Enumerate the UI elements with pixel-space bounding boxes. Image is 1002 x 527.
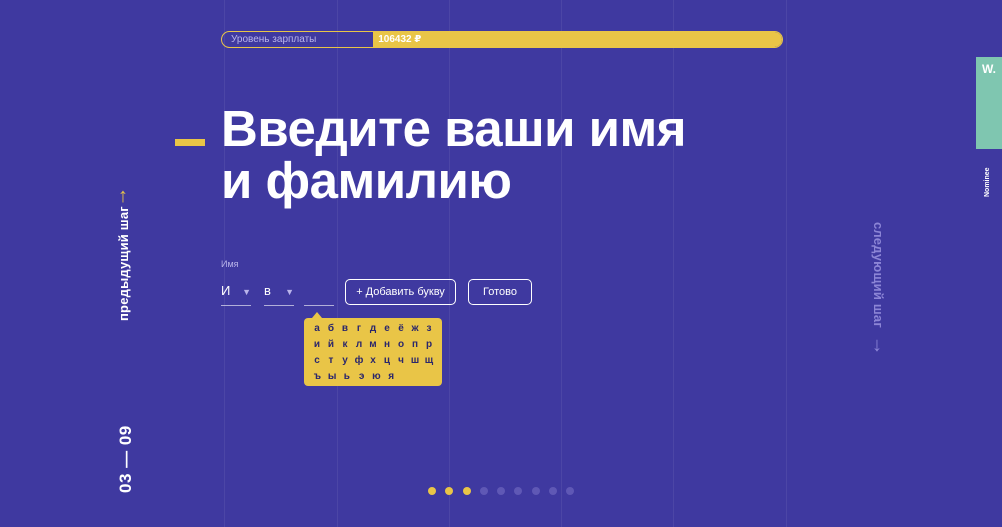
page-title-line-2: и фамилию	[221, 152, 512, 209]
title-accent-dash	[175, 139, 205, 146]
alphabet-letter[interactable]: ш	[408, 353, 422, 369]
chevron-down-icon: ▼	[285, 287, 294, 297]
alphabet-letter[interactable]: ц	[380, 353, 394, 369]
page-title: Введите ваши имя и фамилию	[221, 100, 687, 209]
alphabet-letter[interactable]: л	[352, 337, 366, 353]
alphabet-letter[interactable]: а	[310, 321, 324, 337]
previous-step-button[interactable]: ↑ предыдущий шаг	[112, 186, 138, 326]
progress-dot	[479, 487, 488, 495]
alphabet-letter[interactable]: х	[366, 353, 380, 369]
progress-dot	[514, 487, 523, 495]
nominee-badge[interactable]: W. Nominee	[976, 57, 1002, 197]
alphabet-letter[interactable]: о	[394, 337, 408, 353]
name-field-label: Имя	[221, 259, 239, 269]
alphabet-letter[interactable]: у	[338, 353, 352, 369]
alphabet-letter[interactable]: ж	[408, 321, 422, 337]
alphabet-letter[interactable]: п	[408, 337, 422, 353]
alphabet-letter[interactable]: ё	[394, 321, 408, 337]
letter-select-empty[interactable]	[304, 281, 334, 306]
progress-dot	[428, 487, 436, 495]
grid-line	[786, 0, 787, 527]
alphabet-row: ъыьэюя	[310, 369, 436, 385]
salary-value: 106432 ₽	[378, 34, 422, 45]
alphabet-letter[interactable]: ф	[352, 353, 366, 369]
alphabet-picker: абвгдеёжзийклмнопрстуфхцчшщъыьэюя	[304, 312, 442, 386]
alphabet-letter[interactable]: б	[324, 321, 338, 337]
salary-level-label: Уровень зарплаты	[231, 34, 317, 45]
progress-dot	[445, 487, 454, 495]
alphabet-letter[interactable]: е	[380, 321, 394, 337]
alphabet-letter[interactable]: к	[338, 337, 352, 353]
previous-step-label: предыдущий шаг	[116, 206, 131, 321]
progress-dot	[462, 487, 471, 495]
alphabet-letter[interactable]: я	[384, 369, 399, 385]
alphabet-letter[interactable]: т	[324, 353, 338, 369]
alphabet-letter[interactable]: щ	[422, 353, 436, 369]
arrow-down-icon: ↓	[872, 334, 882, 356]
grid-line	[673, 0, 674, 527]
awwwards-logo-icon: W.	[982, 62, 996, 76]
alphabet-letter[interactable]: в	[338, 321, 352, 337]
grid-line	[449, 0, 450, 527]
salary-level-bar: Уровень зарплаты 106432 ₽	[221, 31, 783, 48]
step-counter: 03 — 09	[116, 425, 135, 493]
next-step-label: следующий шаг	[871, 222, 886, 328]
alphabet-letter[interactable]: с	[310, 353, 324, 369]
letter-select-1[interactable]: И ▼	[221, 281, 251, 306]
nominee-label: Nominee	[984, 167, 991, 197]
alphabet-row: ийклмнопр	[310, 337, 436, 353]
alphabet-letter[interactable]: м	[366, 337, 380, 353]
alphabet-letter[interactable]: ъ	[310, 369, 325, 385]
add-letter-button[interactable]: + Добавить букву	[345, 279, 456, 305]
letter-value: И	[221, 283, 231, 298]
alphabet-letter[interactable]: ы	[325, 369, 340, 385]
next-step-button[interactable]: следующий шаг ↓	[866, 220, 892, 360]
alphabet-letter[interactable]: ч	[394, 353, 408, 369]
alphabet-letter[interactable]: р	[422, 337, 436, 353]
progress-dot	[531, 487, 540, 495]
progress-dot	[566, 487, 575, 495]
progress-dots	[428, 487, 584, 496]
alphabet-letter[interactable]: г	[352, 321, 366, 337]
letter-select-2[interactable]: в ▼	[264, 281, 294, 306]
salary-level-fill: 106432 ₽	[373, 32, 782, 47]
alphabet-letter[interactable]: д	[366, 321, 380, 337]
grid-line	[561, 0, 562, 527]
progress-dot	[549, 487, 558, 495]
chevron-down-icon: ▼	[242, 287, 251, 297]
alphabet-letter[interactable]: ю	[369, 369, 384, 385]
arrow-up-icon: ↑	[118, 185, 128, 207]
grid-line	[337, 0, 338, 527]
alphabet-row: стуфхцчшщ	[310, 353, 436, 369]
alphabet-letter[interactable]: й	[324, 337, 338, 353]
alphabet-letter[interactable]: ь	[340, 369, 355, 385]
alphabet-row: абвгдеёжз	[310, 321, 436, 337]
alphabet-letter[interactable]: н	[380, 337, 394, 353]
letter-value: в	[264, 283, 271, 298]
page-title-line-1: Введите ваши имя	[221, 100, 687, 157]
alphabet-letter[interactable]: и	[310, 337, 324, 353]
alphabet-letter[interactable]: э	[354, 369, 369, 385]
progress-dot	[497, 487, 506, 495]
done-button[interactable]: Готово	[468, 279, 532, 305]
alphabet-letter[interactable]: з	[422, 321, 436, 337]
